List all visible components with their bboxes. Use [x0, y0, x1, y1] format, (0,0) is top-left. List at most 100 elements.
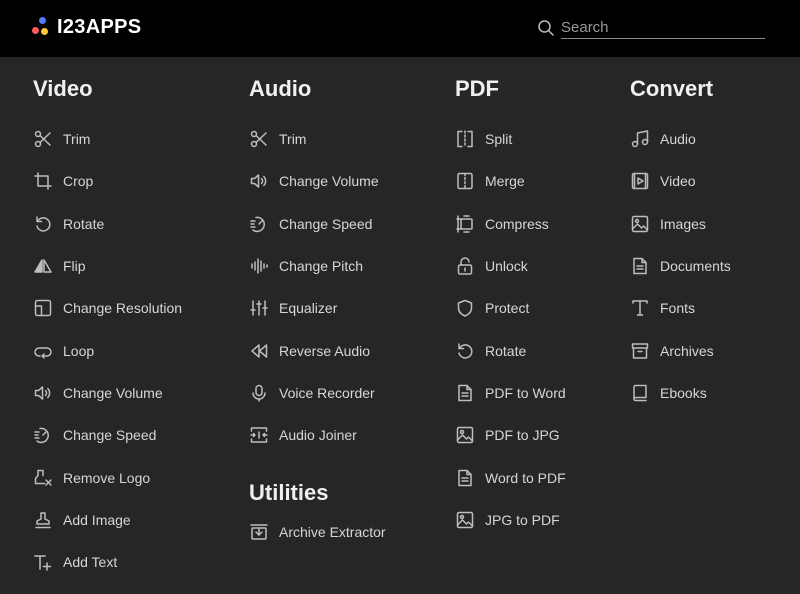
item-label: Change Speed: [279, 215, 373, 232]
video-heading: Video: [33, 76, 93, 101]
audio-change-speed-link[interactable]: Change Speed: [249, 203, 386, 245]
audio-joiner-link[interactable]: Audio Joiner: [249, 414, 386, 456]
item-label: Word to PDF: [485, 469, 566, 486]
video-change-speed-link[interactable]: Change Speed: [33, 414, 182, 456]
item-label: Video: [660, 173, 696, 190]
archive-icon: [630, 341, 650, 361]
video-change-volume-link[interactable]: Change Volume: [33, 372, 182, 414]
remove-logo-icon: [33, 468, 53, 488]
document-icon: [455, 383, 475, 403]
convert-heading: Convert: [630, 76, 714, 101]
pdf-to-jpg-link[interactable]: PDF to JPG: [455, 414, 566, 456]
item-label: Ebooks: [660, 384, 707, 401]
audio-equalizer-link[interactable]: Equalizer: [249, 287, 386, 329]
flip-icon: [33, 256, 53, 276]
pdf-split-link[interactable]: Split: [455, 118, 566, 160]
merge-icon: [455, 171, 475, 191]
unlock-icon: [455, 256, 475, 276]
music-note-icon: [630, 129, 650, 149]
jpg-to-pdf-link[interactable]: JPG to PDF: [455, 499, 566, 541]
speed-icon: [249, 214, 269, 234]
pdf-to-word-link[interactable]: PDF to Word: [455, 372, 566, 414]
pdf-merge-link[interactable]: Merge: [455, 160, 566, 202]
audio-heading: Audio: [249, 76, 312, 101]
reverse-icon: [249, 341, 269, 361]
item-label: Unlock: [485, 258, 528, 275]
convert-audio-link[interactable]: Audio: [630, 118, 731, 160]
video-remove-logo-link[interactable]: Remove Logo: [33, 456, 182, 498]
logo[interactable]: I23APPS: [31, 14, 141, 40]
speed-icon: [33, 425, 53, 445]
archive-extract-icon: [249, 522, 269, 542]
volume-icon: [249, 171, 269, 191]
item-label: Trim: [63, 131, 91, 148]
loop-icon: [33, 341, 53, 361]
compress-icon: [455, 214, 475, 234]
audio-trim-link[interactable]: Trim: [249, 118, 386, 160]
utilities-archive-extractor-link[interactable]: Archive Extractor: [249, 510, 386, 552]
item-label: Split: [485, 131, 513, 148]
convert-archives-link[interactable]: Archives: [630, 329, 731, 371]
utilities-heading: Utilities: [249, 480, 329, 506]
document-icon: [455, 468, 475, 488]
item-label: Add Text: [63, 554, 118, 571]
pdf-compress-link[interactable]: Compress: [455, 203, 566, 245]
item-label: Loop: [63, 342, 95, 359]
pitch-icon: [249, 256, 269, 276]
item-label: Add Image: [63, 511, 131, 528]
convert-column: Convert Audio Video Images Documents Fon…: [630, 74, 731, 414]
video-flip-link[interactable]: Flip: [33, 245, 182, 287]
pdf-heading: PDF: [455, 76, 499, 101]
item-label: Protect: [485, 300, 530, 317]
pdf-unlock-link[interactable]: Unlock: [455, 245, 566, 287]
item-label: Rotate: [63, 215, 105, 232]
convert-documents-link[interactable]: Documents: [630, 245, 731, 287]
pdf-rotate-link[interactable]: Rotate: [455, 329, 566, 371]
item-label: Change Volume: [279, 173, 379, 190]
audio-reverse-link[interactable]: Reverse Audio: [249, 329, 386, 371]
video-icon: [630, 171, 650, 191]
search-box[interactable]: [537, 16, 765, 40]
item-label: Equalizer: [279, 300, 338, 317]
book-icon: [630, 383, 650, 403]
item-label: Documents: [660, 258, 731, 275]
convert-ebooks-link[interactable]: Ebooks: [630, 372, 731, 414]
item-label: Merge: [485, 173, 525, 190]
image-icon: [455, 425, 475, 445]
video-column: Video Trim Crop Rotate Flip Change Resol…: [33, 74, 182, 583]
audio-change-volume-link[interactable]: Change Volume: [249, 160, 386, 202]
item-label: Change Resolution: [63, 300, 183, 317]
item-label: Compress: [485, 215, 549, 232]
item-label: Remove Logo: [63, 469, 151, 486]
audio-voice-recorder-link[interactable]: Voice Recorder: [249, 372, 386, 414]
video-add-text-link[interactable]: Add Text: [33, 541, 182, 583]
video-rotate-link[interactable]: Rotate: [33, 203, 182, 245]
search-input[interactable]: [561, 16, 765, 39]
video-change-resolution-link[interactable]: Change Resolution: [33, 287, 182, 329]
item-label: Flip: [63, 258, 86, 275]
convert-images-link[interactable]: Images: [630, 203, 731, 245]
convert-video-link[interactable]: Video: [630, 160, 731, 202]
item-label: Archive Extractor: [279, 523, 386, 540]
stamp-icon: [33, 510, 53, 530]
crop-icon: [33, 171, 53, 191]
pdf-column: PDF Split Merge Compress Unlock Protect …: [455, 74, 566, 541]
item-label: Change Speed: [63, 427, 157, 444]
video-add-image-link[interactable]: Add Image: [33, 499, 182, 541]
video-crop-link[interactable]: Crop: [33, 160, 182, 202]
item-label: Trim: [279, 131, 307, 148]
joiner-icon: [249, 425, 269, 445]
convert-fonts-link[interactable]: Fonts: [630, 287, 731, 329]
microphone-icon: [249, 383, 269, 403]
video-loop-link[interactable]: Loop: [33, 329, 182, 371]
item-label: Archives: [660, 342, 714, 359]
shield-icon: [455, 298, 475, 318]
item-label: Rotate: [485, 342, 527, 359]
word-to-pdf-link[interactable]: Word to PDF: [455, 456, 566, 498]
add-text-icon: [33, 552, 53, 572]
scissors-icon: [33, 129, 53, 149]
pdf-protect-link[interactable]: Protect: [455, 287, 566, 329]
logo-text: I23APPS: [57, 15, 142, 38]
video-trim-link[interactable]: Trim: [33, 118, 182, 160]
audio-change-pitch-link[interactable]: Change Pitch: [249, 245, 386, 287]
